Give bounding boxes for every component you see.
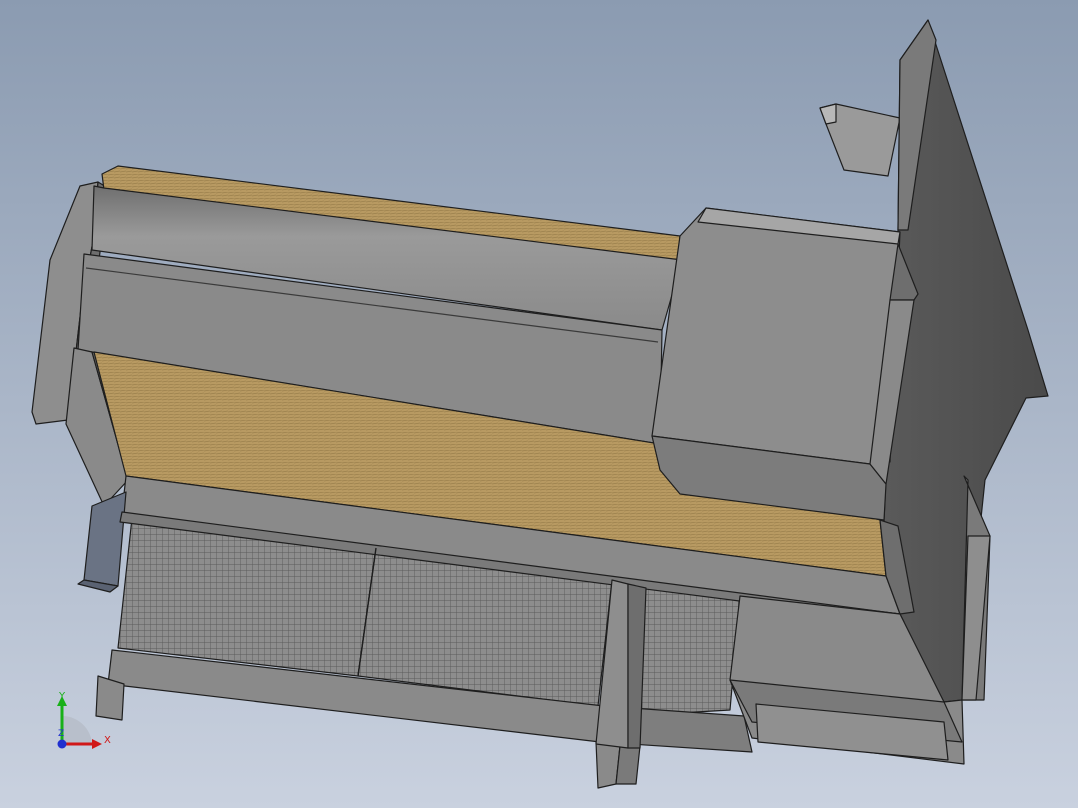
cad-viewport[interactable]: Y X Z — [0, 0, 1078, 808]
triad-z-axis-dot — [57, 739, 67, 749]
right-cabinet-top[interactable] — [651, 207, 901, 465]
triad-x-label: X — [104, 735, 111, 746]
triad-y-label: Y — [58, 691, 66, 702]
triad-z-label: Z — [58, 729, 64, 739]
leg-middle-b[interactable] — [615, 745, 641, 785]
leg-left[interactable] — [95, 675, 125, 721]
